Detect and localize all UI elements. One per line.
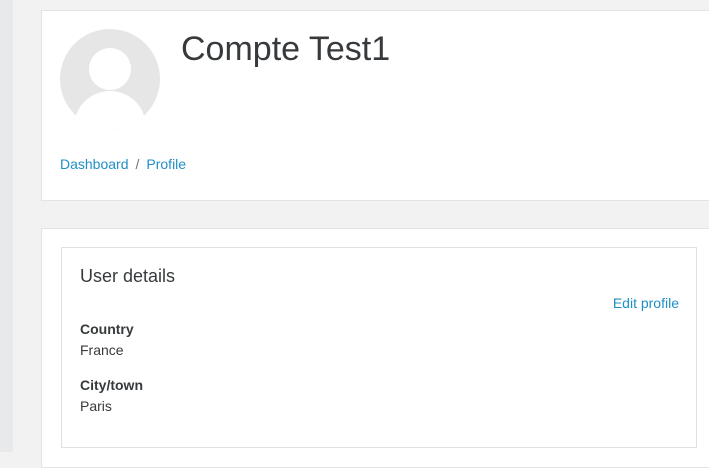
breadcrumb-dashboard-link[interactable]: Dashboard — [60, 156, 129, 172]
breadcrumb-separator: / — [135, 156, 140, 172]
user-details-section: User details Edit profile Country France… — [61, 247, 697, 448]
country-label: Country — [80, 321, 134, 337]
avatar-body-shape — [74, 91, 146, 129]
city-town-value: Paris — [80, 398, 112, 414]
breadcrumb: Dashboard / Profile — [60, 155, 186, 173]
breadcrumb-profile-link[interactable]: Profile — [146, 156, 186, 172]
user-avatar-icon — [60, 29, 160, 129]
profile-content-card: User details Edit profile Country France… — [41, 228, 709, 468]
page-title: Compte Test1 — [181, 30, 391, 68]
page-header: Compte Test1 Dashboard / Profile — [41, 10, 709, 201]
country-value: France — [80, 342, 124, 358]
city-town-label: City/town — [80, 377, 143, 393]
edit-profile-link[interactable]: Edit profile — [613, 294, 679, 312]
left-drawer-edge — [0, 0, 13, 452]
avatar-head-shape — [89, 48, 131, 90]
user-details-heading: User details — [80, 266, 176, 286]
